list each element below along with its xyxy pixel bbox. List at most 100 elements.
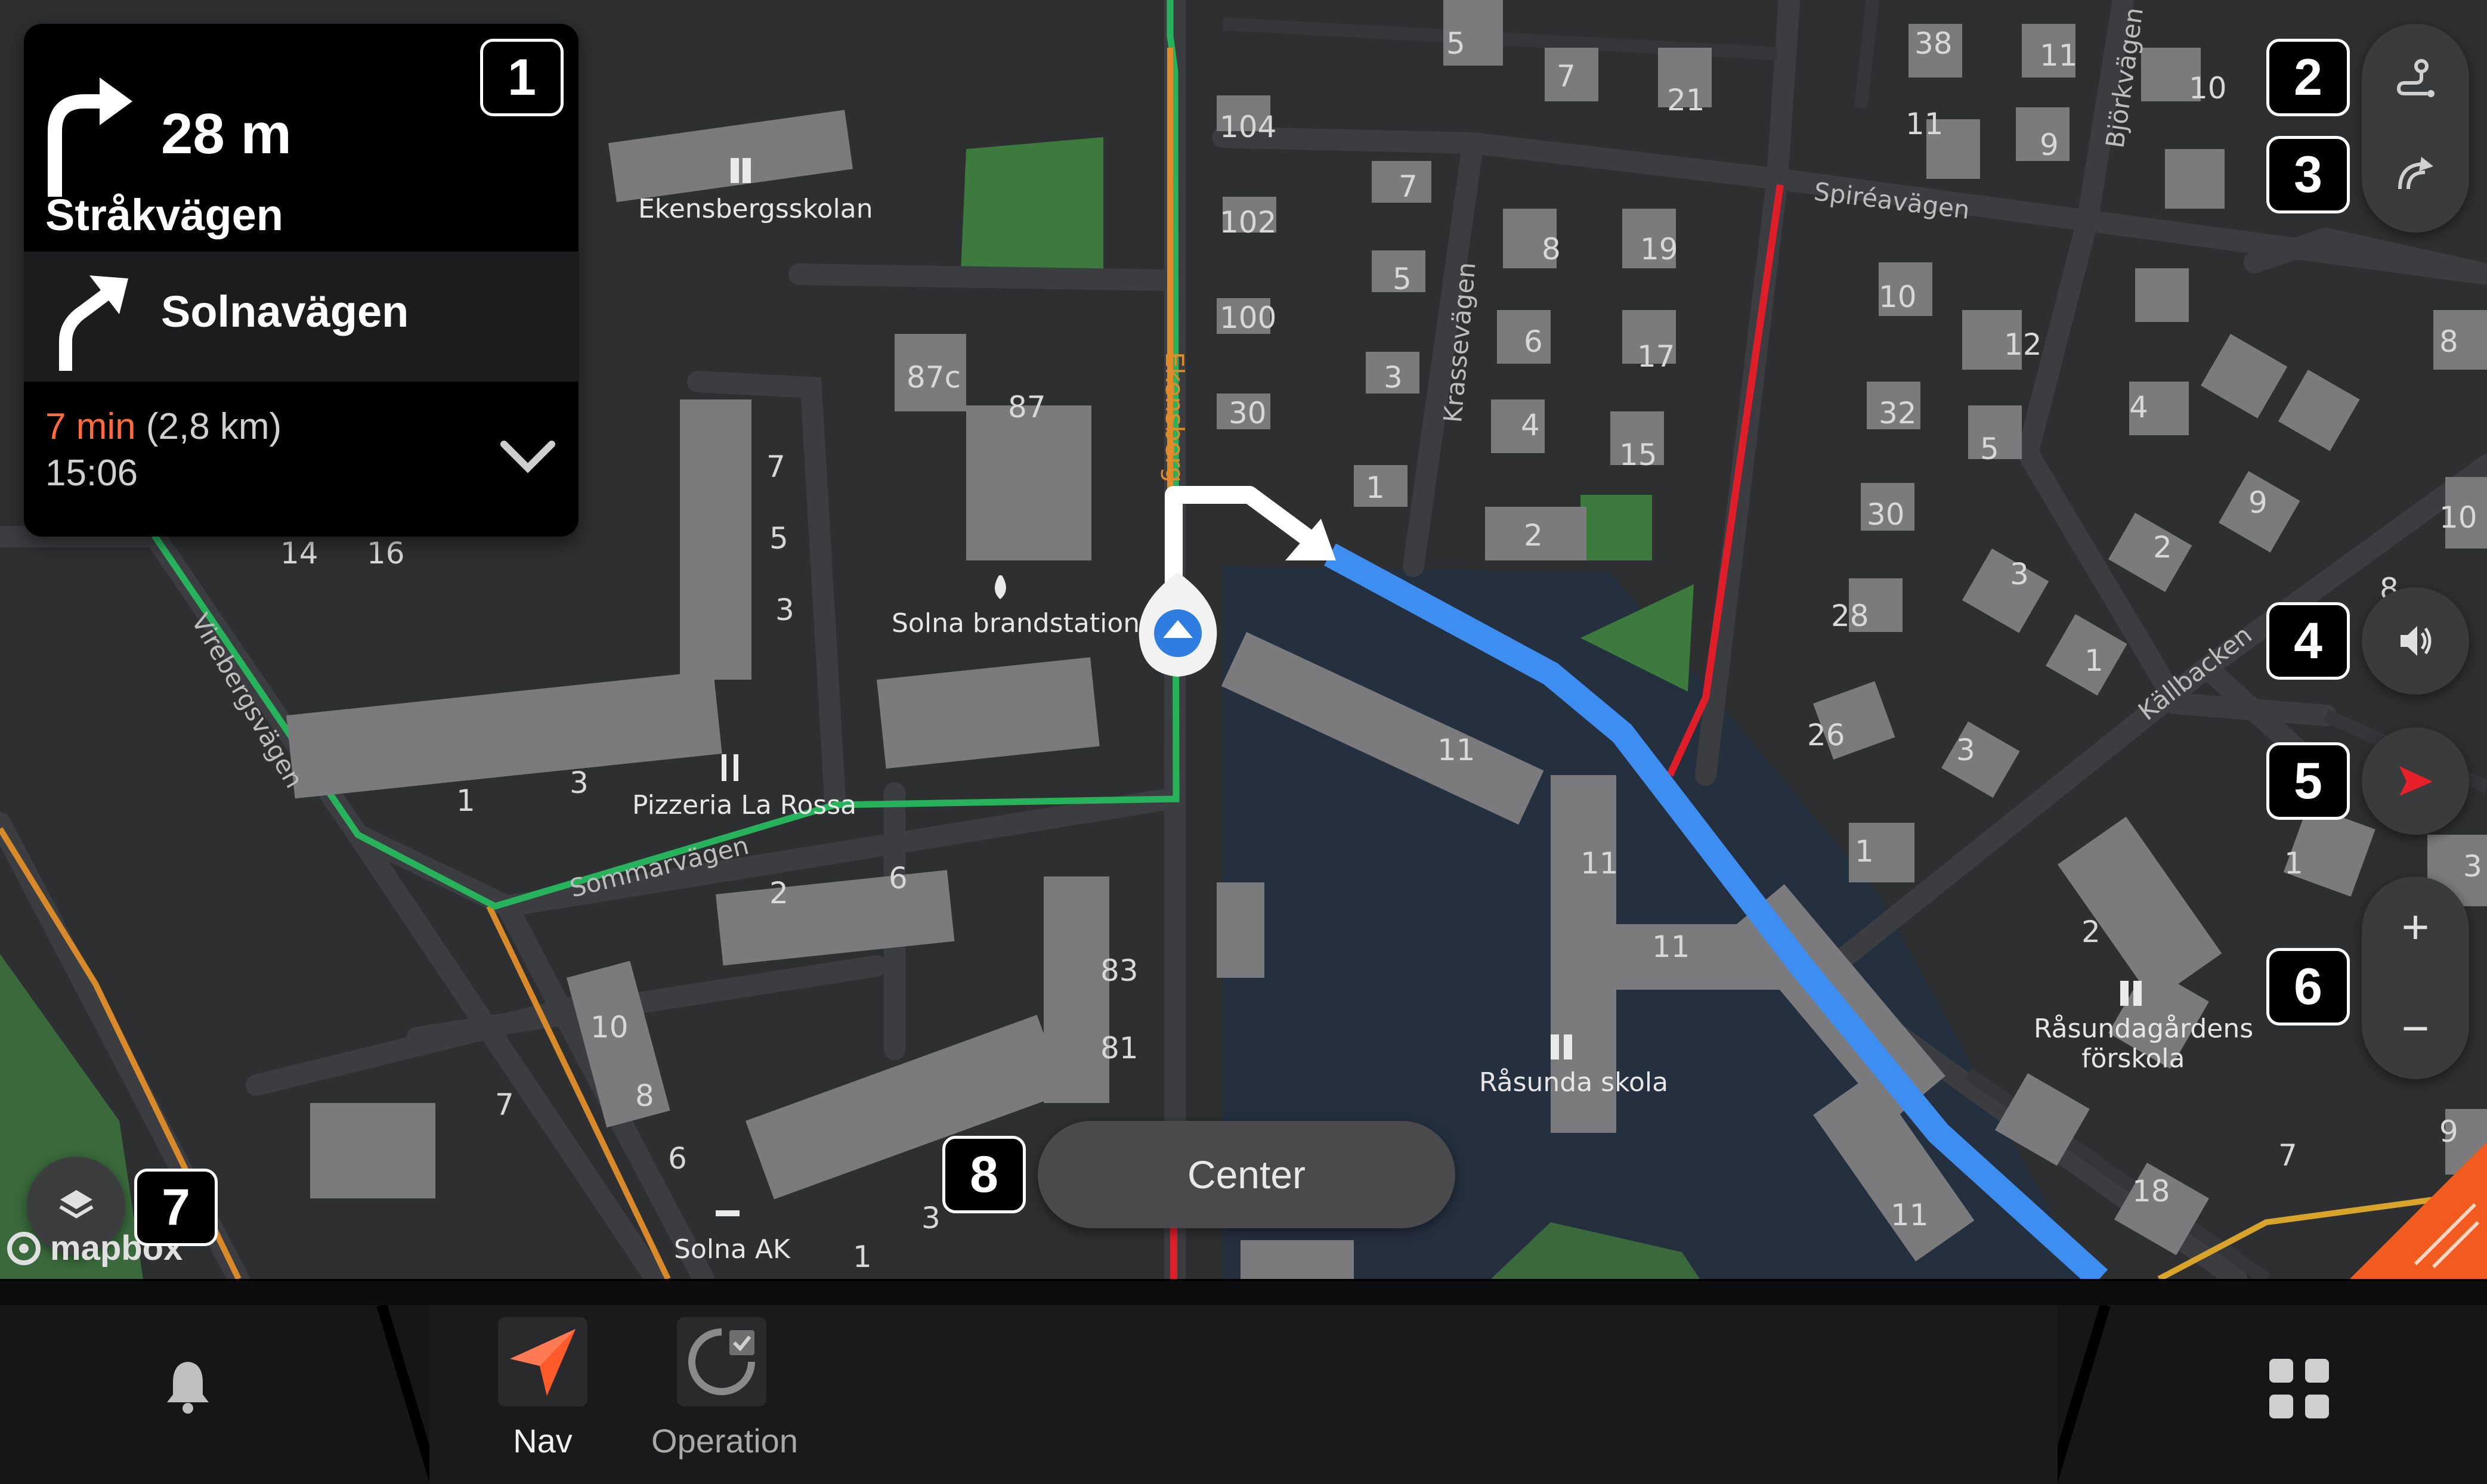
house-number: 15 — [1619, 438, 1657, 472]
poi-label: Ekensbergsskolan — [638, 194, 873, 224]
tab-operation[interactable]: Operation — [638, 1317, 811, 1466]
house-number: 83 — [1100, 953, 1139, 988]
tab-nav-label: Nav — [513, 1422, 573, 1460]
house-number: 2 — [2081, 915, 2101, 949]
maneuver-street: Stråkvägen — [45, 190, 283, 240]
house-number: 3 — [921, 1201, 941, 1235]
zoom-in-button[interactable]: + — [2362, 876, 2469, 978]
turn-right-icon — [48, 78, 132, 197]
house-number: 26 — [1807, 718, 1845, 752]
house-number: 4 — [1521, 408, 1540, 442]
house-number: 7 — [495, 1088, 514, 1122]
layers-icon — [58, 1189, 94, 1218]
callout-badge-4: 4 — [2266, 602, 2350, 680]
house-number: 1 — [2284, 846, 2303, 881]
house-number: 3 — [570, 766, 589, 800]
eta-section[interactable]: 7 min (2,8 km) 15:06 — [24, 382, 579, 537]
route-overview-icon — [2396, 59, 2435, 97]
callout-badge-6: 6 — [2266, 948, 2350, 1026]
house-number: 3 — [1956, 733, 1975, 767]
house-number: 4 — [2129, 390, 2148, 425]
house-number: 2 — [769, 876, 788, 910]
eta-summary: 7 min (2,8 km) — [45, 405, 282, 448]
house-number: 5 — [1980, 432, 1999, 466]
house-number: 19 — [1640, 232, 1678, 267]
house-number: 5 — [1446, 26, 1465, 61]
tab-operation-label: Operation — [651, 1422, 798, 1460]
callout-badge-3: 3 — [2266, 136, 2350, 213]
house-number: 10 — [1879, 280, 1917, 314]
compass-button[interactable] — [2362, 727, 2469, 835]
zoom-out-button[interactable]: − — [2362, 978, 2469, 1079]
chevron-down-icon[interactable] — [495, 423, 561, 489]
route-overview-button[interactable] — [2362, 30, 2469, 131]
house-number: 11 — [1580, 846, 1619, 881]
route-follow-icon — [2398, 157, 2433, 190]
house-number: 38 — [1914, 26, 1953, 61]
house-number: 7 — [2278, 1138, 2297, 1173]
poi-label: förskola — [2081, 1043, 2185, 1074]
house-number: 5 — [769, 521, 788, 556]
poi-label: Råsunda skola — [1479, 1067, 1668, 1098]
speaker-icon — [2401, 626, 2432, 656]
follow-route-button[interactable] — [2362, 125, 2469, 227]
house-number: 87c — [907, 360, 961, 395]
house-number: 32 — [1879, 396, 1917, 430]
operation-progress-icon — [688, 1328, 755, 1395]
street-label: Ekensberg — [1160, 352, 1189, 482]
callout-badge-7: 7 — [134, 1169, 218, 1246]
house-number: 10 — [2189, 71, 2227, 106]
bottom-bar-dividers — [0, 1281, 2487, 1484]
house-number: 10 — [590, 1010, 629, 1045]
house-number: 1 — [1366, 470, 1385, 505]
house-number: 11 — [2040, 38, 2078, 73]
house-number: 6 — [1524, 324, 1543, 359]
house-number: 11 — [1437, 733, 1476, 767]
house-number: 11 — [1906, 107, 1944, 141]
house-number: 10 — [2439, 500, 2477, 535]
house-number: 3 — [775, 593, 794, 627]
house-number: 2 — [1524, 518, 1543, 553]
house-number: 100 — [1220, 300, 1276, 335]
park-area — [1580, 495, 1652, 560]
house-number: 14 — [280, 536, 318, 571]
eta-arrival-time: 15:06 — [45, 453, 138, 494]
house-number: 21 — [1667, 83, 1705, 117]
house-number: 9 — [2040, 128, 2059, 162]
grid-icon — [2269, 1359, 2329, 1418]
house-number: 7 — [766, 450, 785, 484]
tab-nav[interactable]: Nav — [495, 1317, 590, 1466]
sound-button[interactable] — [2362, 587, 2469, 695]
bell-icon — [167, 1362, 209, 1414]
house-number: 6 — [668, 1141, 687, 1176]
house-number: 3 — [2010, 557, 2029, 591]
house-number: 9 — [2248, 485, 2268, 520]
eta-distance: (2,8 km) — [146, 406, 282, 447]
house-number: 87 — [1008, 390, 1046, 425]
house-number: 18 — [2132, 1174, 2170, 1209]
notifications-button[interactable] — [161, 1356, 215, 1415]
house-number: 7 — [1557, 59, 1576, 94]
app-grid-button[interactable] — [2266, 1356, 2332, 1421]
poi-label: Solna brandstation — [892, 608, 1140, 639]
house-number: 104 — [1220, 110, 1276, 144]
house-number: 30 — [1229, 396, 1267, 430]
mapbox-logo-icon — [7, 1231, 41, 1265]
callout-badge-2: 2 — [2266, 39, 2350, 116]
house-number: 7 — [1399, 169, 1418, 204]
route-controls-group — [2362, 24, 2469, 233]
house-number: 8 — [2439, 324, 2458, 359]
next-maneuver-street: Solnavägen — [161, 287, 409, 336]
next-maneuver: Solnavägen — [24, 252, 579, 382]
callout-badge-5: 5 — [2266, 742, 2350, 820]
house-number: 30 — [1867, 497, 1905, 532]
house-number: 1 — [1855, 834, 1874, 869]
house-number: 16 — [367, 536, 405, 571]
house-number: 2 — [2153, 530, 2172, 565]
house-number: 28 — [1831, 599, 1869, 633]
center-button[interactable]: Center — [1038, 1121, 1455, 1228]
park-area — [960, 137, 1103, 286]
poi-label: Råsundagårdens — [2034, 1014, 2253, 1044]
house-number: 8 — [635, 1079, 654, 1113]
house-number: 1 — [853, 1240, 872, 1274]
